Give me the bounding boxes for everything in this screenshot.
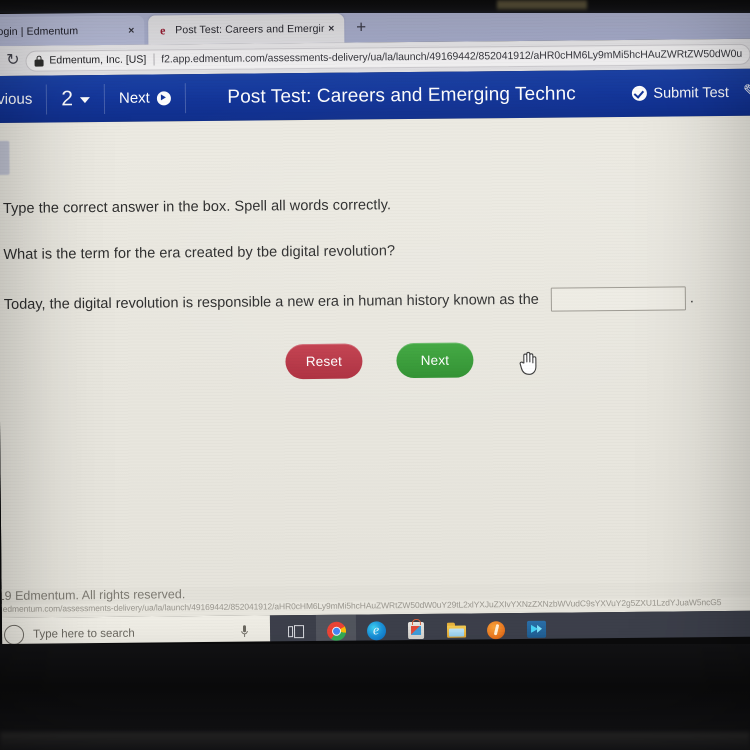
store-icon[interactable] [396, 614, 436, 644]
new-tab-button[interactable]: + [356, 17, 366, 36]
file-explorer-icon[interactable] [436, 613, 476, 644]
browser-tab-inactive[interactable]: duct Login | Edmentum × [0, 15, 145, 47]
bezel-sheen [0, 732, 750, 750]
question-content: Type the correct answer in the box. Spel… [0, 116, 750, 593]
sentence-prefix: Today, the digital revolution is respons… [3, 291, 539, 313]
question-number-label: 2 [61, 86, 74, 110]
browser-tab-active[interactable]: e Post Test: Careers and Emerging × [148, 13, 345, 45]
taskbar-search[interactable]: Type here to search [1, 615, 271, 644]
close-icon[interactable]: × [324, 22, 338, 34]
arrow-right-circle-icon [156, 90, 171, 105]
fill-in-the-blank-row: Today, the digital revolution is respons… [4, 286, 694, 317]
toolbar-next-button[interactable]: Next [105, 89, 185, 107]
reset-button[interactable]: Reset [285, 343, 363, 380]
vlc-icon[interactable] [476, 613, 516, 644]
question-text: What is the term for the era created by … [3, 243, 396, 263]
bottom-bezel [0, 644, 750, 750]
submit-test-button[interactable]: Submit Test [617, 84, 743, 101]
instruction-text: Type the correct answer in the box. Spel… [2, 197, 392, 217]
next-button[interactable]: Next [396, 342, 474, 379]
ev-certificate-label: Edmentum, Inc. [US] [49, 53, 147, 67]
previous-label: evious [0, 90, 33, 109]
divider [153, 53, 155, 66]
submit-test-label: Submit Test [653, 84, 729, 102]
action-buttons: Reset Next [0, 340, 750, 382]
next-label: Next [118, 89, 150, 107]
assessment-toolbar: evious 2 Next Post Test: Careers and Eme… [0, 68, 750, 123]
reload-icon[interactable]: ↻ [0, 52, 25, 69]
copyright-text: 19 Edmentum. All rights reserved. [0, 587, 186, 604]
bezel-reflection [497, 0, 587, 10]
page-title: Post Test: Careers and Emerging Technc [227, 82, 576, 108]
address-bar[interactable]: Edmentum, Inc. [US] f2.app.edmentum.com/… [25, 43, 750, 72]
edmentum-favicon-icon: e [160, 22, 166, 37]
chrome-icon[interactable] [315, 614, 357, 644]
lock-icon [34, 55, 44, 67]
laptop-screen: duct Login | Edmentum × e Post Test: Car… [0, 0, 750, 644]
taskbar-pinned-icons [269, 610, 750, 644]
tab-title: duct Login | Edmentum [0, 24, 79, 38]
url-text: f2.app.edmentum.com/assessments-delivery… [161, 47, 742, 66]
tools-icon[interactable]: ✎ [743, 83, 750, 102]
microphone-icon[interactable] [241, 625, 248, 639]
task-view-icon[interactable] [276, 615, 316, 644]
previous-button[interactable]: evious [0, 90, 46, 109]
start-button-icon[interactable] [3, 624, 25, 644]
search-input[interactable]: Type here to search [33, 627, 135, 640]
teamviewer-icon[interactable] [516, 613, 556, 644]
edge-icon[interactable] [356, 614, 396, 644]
question-number-dropdown[interactable]: 2 [47, 86, 104, 111]
top-bezel [0, 0, 750, 13]
photo-of-laptop-screen: duct Login | Edmentum × e Post Test: Car… [0, 0, 750, 750]
chevron-down-icon [79, 97, 91, 104]
check-circle-icon [631, 85, 647, 101]
close-icon[interactable]: × [124, 24, 138, 36]
answer-input[interactable] [550, 286, 686, 312]
sentence-suffix: . [689, 290, 694, 307]
assessment-page-body: Type the correct answer in the box. Spel… [0, 115, 750, 593]
tab-title: Post Test: Careers and Emerging [175, 22, 325, 36]
